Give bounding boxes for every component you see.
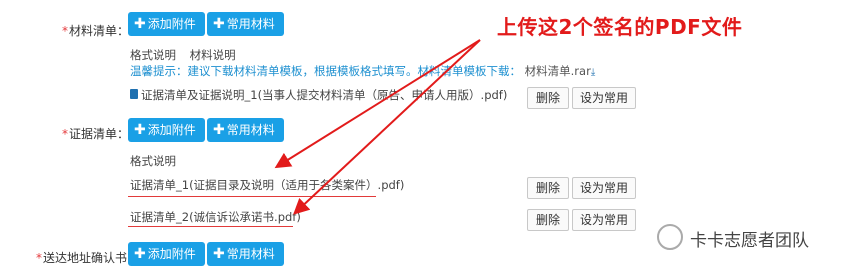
watermark-text: 卡卡志愿者团队 [690,231,809,251]
arrow-to-file-2 [293,39,481,215]
annotation-text: 上传这2个签名的PDF文件 [497,15,743,39]
wechat-logo-icon [657,224,683,250]
arrow-to-file-1 [274,39,481,169]
